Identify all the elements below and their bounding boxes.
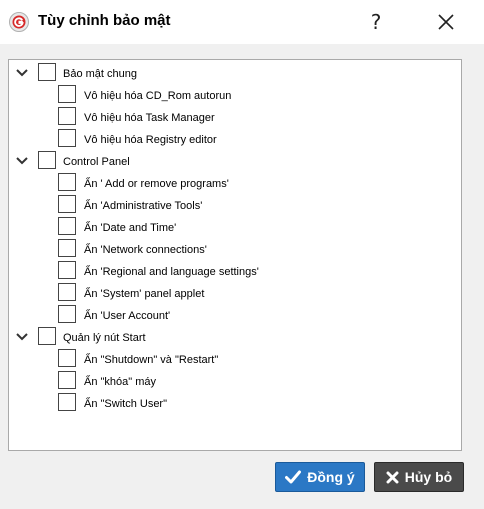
item-label: Vô hiệu hóa Task Manager: [84, 112, 215, 124]
chevron-down-icon[interactable]: [15, 155, 29, 167]
item-checkbox[interactable]: [58, 283, 76, 301]
item-label: Ẩn "khóa" máy: [84, 376, 157, 388]
help-button[interactable]: ?: [364, 8, 388, 36]
item-label: Ẩn 'System' panel applet: [84, 288, 205, 300]
item-label: Ẩn 'Network connections': [84, 244, 207, 256]
item-label: Vô hiệu hóa Registry editor: [84, 134, 217, 146]
item-label: Ẩn 'Regional and language settings': [84, 266, 259, 278]
ok-button[interactable]: Đồng ý: [275, 462, 365, 492]
item-label: Vô hiệu hóa CD_Rom autorun: [84, 90, 232, 102]
item-checkbox[interactable]: [58, 371, 76, 389]
group-label: Bảo mật chung: [63, 68, 137, 80]
close-icon[interactable]: [432, 8, 460, 36]
x-icon: [386, 471, 399, 483]
item-label: Ẩn ' Add or remove programs': [84, 178, 229, 190]
item-label: Ẩn "Shutdown" và "Restart": [84, 354, 219, 366]
item-checkbox[interactable]: [58, 261, 76, 279]
cancel-button[interactable]: Hủy bỏ: [374, 462, 464, 492]
check-icon: [285, 470, 302, 484]
item-checkbox[interactable]: [58, 195, 76, 213]
window-title: Tùy chỉnh bảo mật: [38, 12, 171, 29]
group-label: Control Panel: [63, 156, 130, 168]
item-checkbox[interactable]: [58, 393, 76, 411]
item-checkbox[interactable]: [58, 173, 76, 191]
garena-logo-icon: [9, 12, 29, 32]
item-checkbox[interactable]: [58, 305, 76, 323]
cancel-button-label: Hủy bỏ: [404, 469, 453, 485]
item-label: Ẩn "Switch User": [84, 398, 167, 410]
item-checkbox[interactable]: [58, 129, 76, 147]
group-checkbox[interactable]: [38, 327, 56, 345]
item-checkbox[interactable]: [58, 107, 76, 125]
item-label: Ẩn 'User Account': [84, 310, 171, 322]
security-options-tree[interactable]: Bảo mật chung Vô hiệu hóa CD_Rom autorun V…: [8, 59, 462, 451]
group-checkbox[interactable]: [38, 63, 56, 81]
item-checkbox[interactable]: [58, 217, 76, 235]
chevron-down-icon[interactable]: [15, 331, 29, 343]
item-label: Ẩn 'Date and Time': [84, 222, 177, 234]
item-checkbox[interactable]: [58, 349, 76, 367]
chevron-down-icon[interactable]: [15, 67, 29, 79]
group-label: Quản lý nút Start: [63, 332, 146, 344]
item-checkbox[interactable]: [58, 85, 76, 103]
item-checkbox[interactable]: [58, 239, 76, 257]
group-checkbox[interactable]: [38, 151, 56, 169]
ok-button-label: Đồng ý: [307, 469, 355, 485]
item-label: Ẩn 'Administrative Tools': [84, 200, 203, 212]
title-bar: Tùy chỉnh bảo mật ?: [0, 0, 484, 44]
